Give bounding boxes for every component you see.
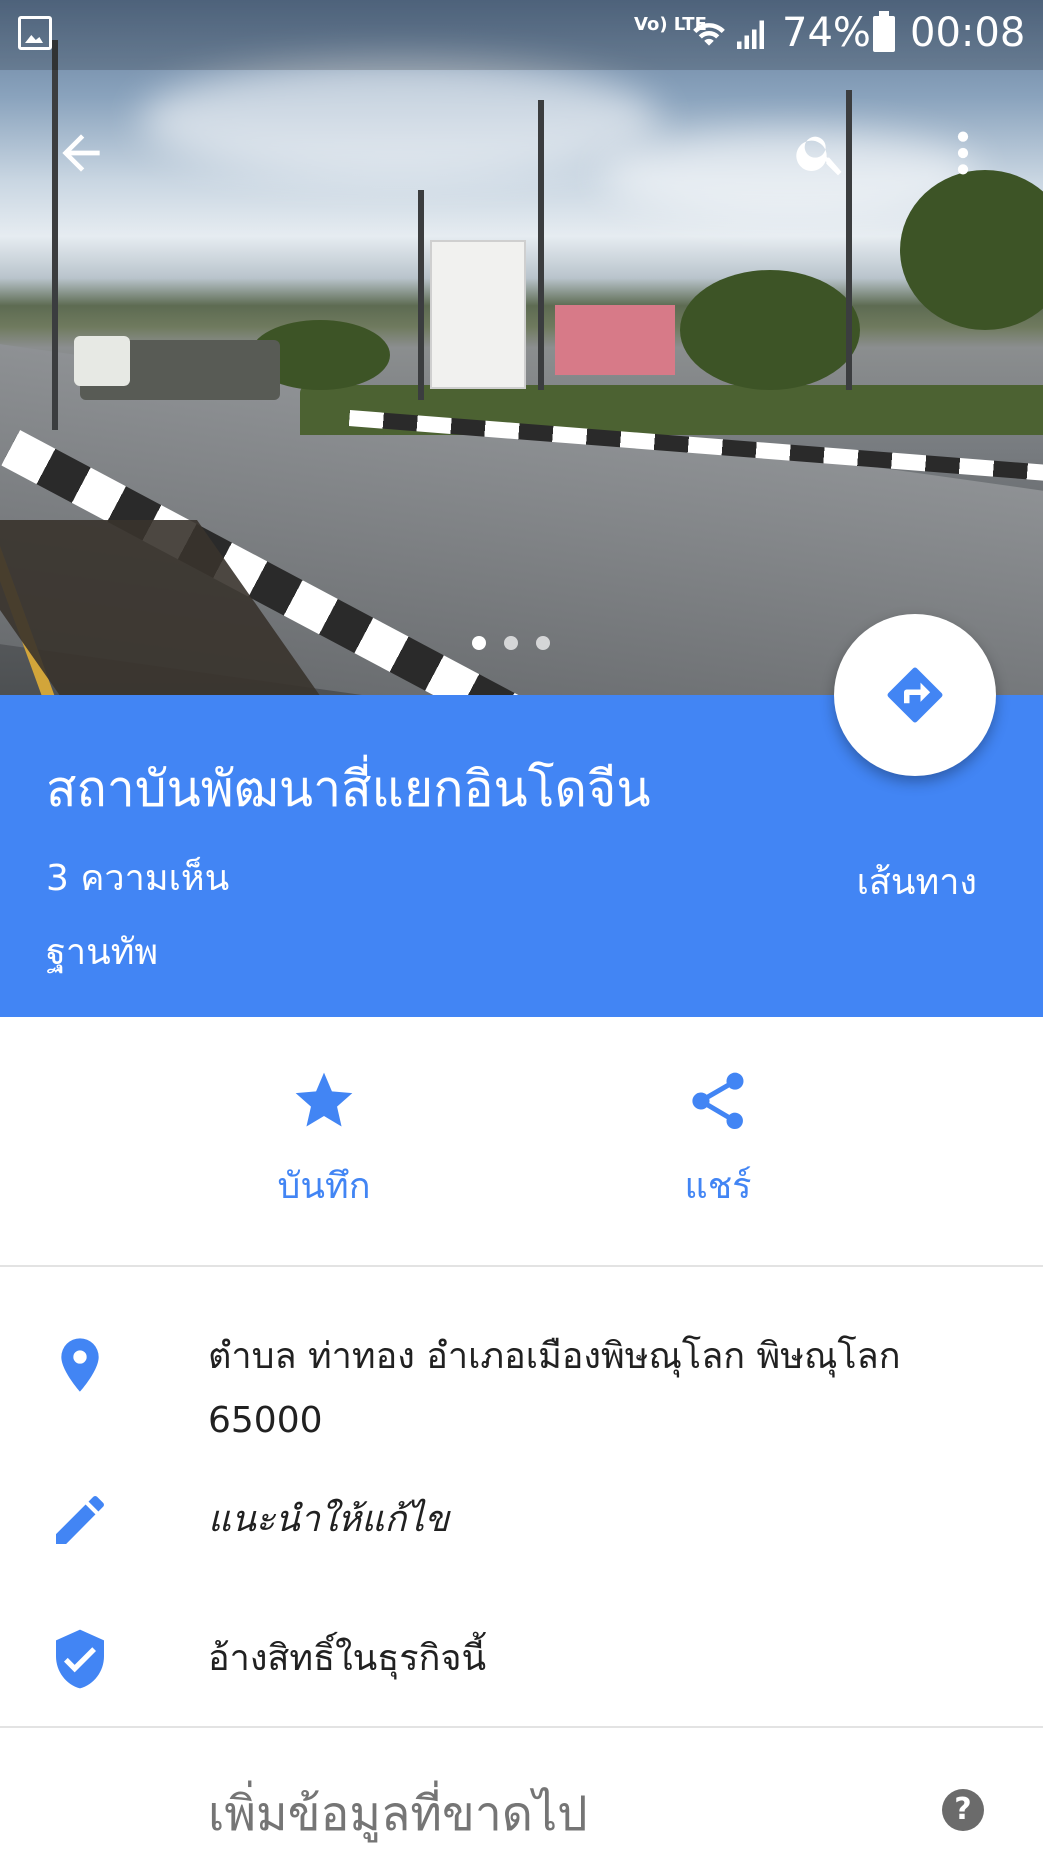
suggest-edit-text: แนะนำให้แก้ไข (208, 1499, 449, 1540)
photo-pager (472, 636, 550, 650)
help-circle-icon[interactable]: ? (942, 1789, 984, 1831)
address-row[interactable]: ตำบล ท่าทอง อำเภอเมืองพิษณุโลก พิษณุโลก … (0, 1325, 1043, 1455)
pencil-icon (56, 1496, 104, 1544)
back-button[interactable] (46, 118, 116, 188)
clock: 00:08 (910, 10, 1026, 56)
search-icon (796, 136, 842, 176)
suggest-edit-row[interactable]: แนะนำให้แก้ไข (0, 1488, 1043, 1552)
battery-percentage: 74% (782, 10, 871, 56)
photo-cloud (140, 60, 660, 180)
star-icon (295, 1072, 353, 1127)
photo-lamp-pole (538, 100, 544, 390)
photo-monument (430, 240, 526, 389)
pager-dot (536, 636, 550, 650)
verified-shield-icon (56, 1629, 104, 1689)
save-label: บันทึก (277, 1166, 371, 1207)
directions-button[interactable] (834, 614, 996, 776)
add-missing-info-title: เพิ่มข้อมูลที่ขาดไป (208, 1786, 588, 1842)
photo-tree (680, 270, 860, 390)
share-icon (692, 1072, 744, 1130)
save-button[interactable]: บันทึก (214, 1067, 434, 1214)
photo-lamp-pole (418, 190, 424, 400)
location-pin-icon (61, 1338, 99, 1392)
pager-dot (504, 636, 518, 650)
photo-truck (74, 336, 280, 400)
action-bar: บันทึก แชร์ (0, 1017, 1043, 1267)
photo-building (555, 305, 675, 375)
place-photo[interactable] (0, 0, 1043, 695)
status-bar: Vo) LTE 74% 00:08 (0, 0, 1043, 70)
directions-icon (887, 667, 943, 723)
image-notification-icon (18, 16, 52, 50)
share-label: แชร์ (684, 1166, 752, 1207)
pager-dot (472, 636, 486, 650)
directions-label[interactable]: เส้นทาง (857, 853, 977, 910)
place-title: สถาบันพัฒนาสี่แยกอินโดจีน (46, 760, 651, 818)
wifi-icon (693, 23, 725, 46)
photo-lamp-pole (52, 40, 58, 430)
more-options-button[interactable] (928, 118, 998, 188)
share-button[interactable]: แชร์ (608, 1067, 828, 1214)
address-text: ตำบล ท่าทอง อำเภอเมืองพิษณุโลก พิษณุโลก … (208, 1336, 901, 1441)
section-divider (0, 1726, 1043, 1728)
search-button[interactable] (786, 118, 856, 188)
claim-business-row[interactable]: อ้างสิทธิ์ในธุรกิจนี้ (0, 1627, 1043, 1691)
claim-business-text: อ้างสิทธิ์ในธุรกิจนี้ (208, 1638, 487, 1679)
signal-strength-icon (737, 20, 764, 49)
reviews-count[interactable]: 3 ความเห็น (46, 849, 229, 906)
more-vert-icon (957, 131, 969, 175)
place-category: ฐานทัพ (46, 932, 159, 973)
battery-icon (873, 11, 895, 52)
arrow-left-icon (62, 134, 100, 172)
